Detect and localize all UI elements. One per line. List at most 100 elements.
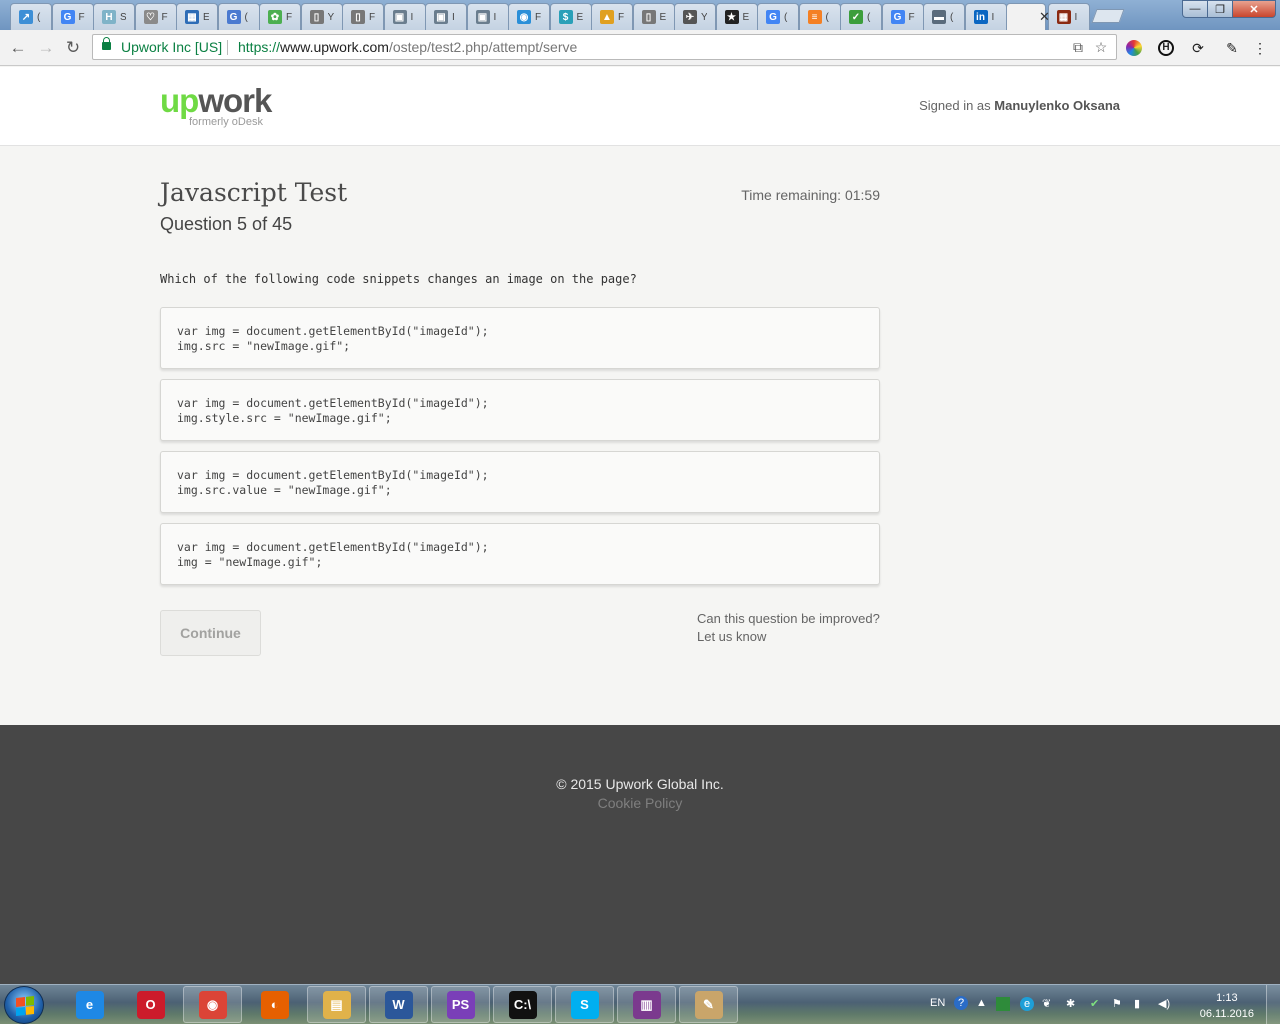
browser-tab[interactable]: ◉ F [508,3,550,30]
tray-e-icon[interactable]: e [1020,997,1034,1011]
browser-tab[interactable]: ↗( [10,3,52,30]
minimize-button[interactable]: — [1182,0,1208,18]
browser-tab[interactable]: ▲ F [591,3,633,30]
tray-app-icon[interactable] [996,997,1010,1011]
maximize-button[interactable]: ❐ [1207,0,1233,18]
answer-option-1[interactable]: var img = document.getElementById("image… [160,307,880,369]
phpstorm-icon: PS [446,990,475,1019]
tab-title: ( [244,11,248,23]
browser-tab[interactable]: G( [217,3,260,30]
browser-tab[interactable]: ✿ F [259,3,301,30]
tab-title: ( [867,11,871,23]
tray-leaf-icon[interactable]: ❦ [1042,997,1051,1010]
browser-tab[interactable]: in I [964,3,1007,30]
copyright-text: © 2015 Upwork Global Inc. [556,776,724,792]
browser-tab[interactable]: ▣ I [466,3,509,30]
cookie-policy-link: Cookie Policy [0,795,1280,811]
browser-tab[interactable]: HS [93,3,135,30]
answer-option-3[interactable]: var img = document.getElementById("image… [160,451,880,513]
chrome-menu-icon[interactable]: ⋮ [1250,38,1270,58]
answer-option-2[interactable]: var img = document.getElementById("image… [160,379,880,441]
browser-tab[interactable]: G( [757,3,799,30]
browser-tab[interactable]: ≡( [798,3,841,30]
reload-button[interactable]: ↻ [63,38,83,58]
tab-title: Y [701,11,707,23]
continue-button[interactable]: Continue [160,610,261,656]
language-indicator[interactable]: EN [930,997,945,1009]
cookie-policy-link-text[interactable]: Cookie Policy [598,795,683,811]
back-button[interactable]: ← [8,38,28,58]
tab-title: E [659,11,666,23]
taskbar-skype-button[interactable]: S [555,986,614,1023]
clock-time: 1:13 [1216,992,1238,1004]
color-picker-extension-icon[interactable] [1126,40,1142,56]
taskbar-word-button[interactable]: W [369,986,428,1023]
browser-tab[interactable]: ♡ F [134,3,177,30]
taskbar-winrar-button[interactable]: ▥ [617,986,676,1023]
url-scheme: https:// [238,39,281,55]
browser-tab[interactable]: ▯ E [632,3,675,30]
logo-up: up [160,82,199,119]
tray-gear-icon[interactable]: ✱ [1066,997,1075,1010]
network-icon[interactable]: ▮ [1134,997,1140,1010]
sync-extension-icon[interactable]: ⟳ [1188,38,1208,58]
taskbar-explorer-button[interactable]: ▤ [307,986,366,1023]
browser-tab[interactable]: GF [51,3,94,30]
word-icon: W [384,990,413,1019]
browser-tab[interactable]: $ E [549,3,592,30]
browser-tab-active[interactable]: U✕ [1006,3,1050,30]
address-bar[interactable]: Upwork Inc [US] https://www.upwork.com/o… [92,34,1117,60]
grid-icon: ▦ [1056,10,1071,24]
browser-tab[interactable]: ✈ Y [674,3,716,30]
translate-icon[interactable]: ⧉ [1069,38,1087,56]
taskbar-phpstorm-button[interactable]: PS [431,986,490,1023]
taskbar-paint-button[interactable]: ✎ [679,986,738,1023]
globe-icon: ◉ [517,10,531,24]
test-main: Javascript Test Question 5 of 45 Time re… [0,146,1280,725]
close-window-button[interactable]: ✕ [1232,0,1276,18]
windows-logo-icon [16,996,34,1016]
document-icon: ▯ [351,10,365,24]
tab-title: ( [950,11,954,23]
system-clock[interactable]: 1:13 06.11.2016 [1200,990,1254,1022]
browser-tab[interactable]: ▦ E [176,3,218,30]
url-text[interactable]: https://www.upwork.com/ostep/test2.php/a… [238,35,577,59]
forward-button[interactable]: → [36,38,56,58]
browser-tab[interactable]: ▬( [923,3,965,30]
browser-tab[interactable]: ✓( [840,3,882,30]
bookmark-star-icon[interactable]: ☆ [1092,38,1110,56]
chrome-icon: ◉ [198,990,227,1019]
answer-option-4[interactable]: var img = document.getElementById("image… [160,523,880,585]
taskbar-opera-button[interactable]: O [121,986,180,1023]
answer-code-line: var img = document.getElementById("image… [177,468,489,482]
tab-title: F [161,11,168,23]
volume-icon[interactable]: ◀) [1158,997,1170,1010]
let-us-know-link[interactable]: Let us know [697,628,880,646]
hb-extension-icon[interactable]: H [1158,40,1174,56]
browser-tab[interactable]: ▯ F [342,3,384,30]
browser-tab[interactable]: GF [881,3,924,30]
show-desktop-button[interactable] [1266,985,1280,1024]
browser-tab[interactable]: ★ E [715,3,758,30]
tray-arrow-icon[interactable]: ▲ [976,997,987,1009]
start-button[interactable] [4,986,44,1024]
answer-code-line: img.style.src = "newImage.gif"; [177,411,392,425]
tab-title: I [452,11,455,23]
browser-tab[interactable]: ▣ I [425,3,467,30]
taskbar-chrome-button[interactable]: ◉ [183,986,242,1023]
taskbar-ie-button[interactable]: e [60,986,119,1023]
taskbar-cmd-button[interactable]: C:\ [493,986,552,1023]
pma-icon: ▲ [600,10,614,24]
tray-check-icon[interactable]: ✔ [1090,997,1099,1010]
upwork-logo[interactable]: upwork formerly oDesk [160,82,272,129]
browser-tab[interactable]: ▯ Y [300,3,343,30]
close-tab-icon[interactable]: ✕ [1039,9,1050,25]
help-icon[interactable]: ? [954,996,968,1010]
taskbar-firefox-button[interactable]: ◐ [245,986,304,1023]
new-tab-button[interactable] [1091,9,1125,23]
tab-title: F [369,11,375,23]
browser-tab[interactable]: ▣ I [383,3,426,30]
browser-tab[interactable]: ▦ I [1047,3,1090,30]
eyedropper-extension-icon[interactable]: ✎ [1222,38,1242,58]
action-center-flag-icon[interactable]: ⚑ [1112,997,1122,1010]
